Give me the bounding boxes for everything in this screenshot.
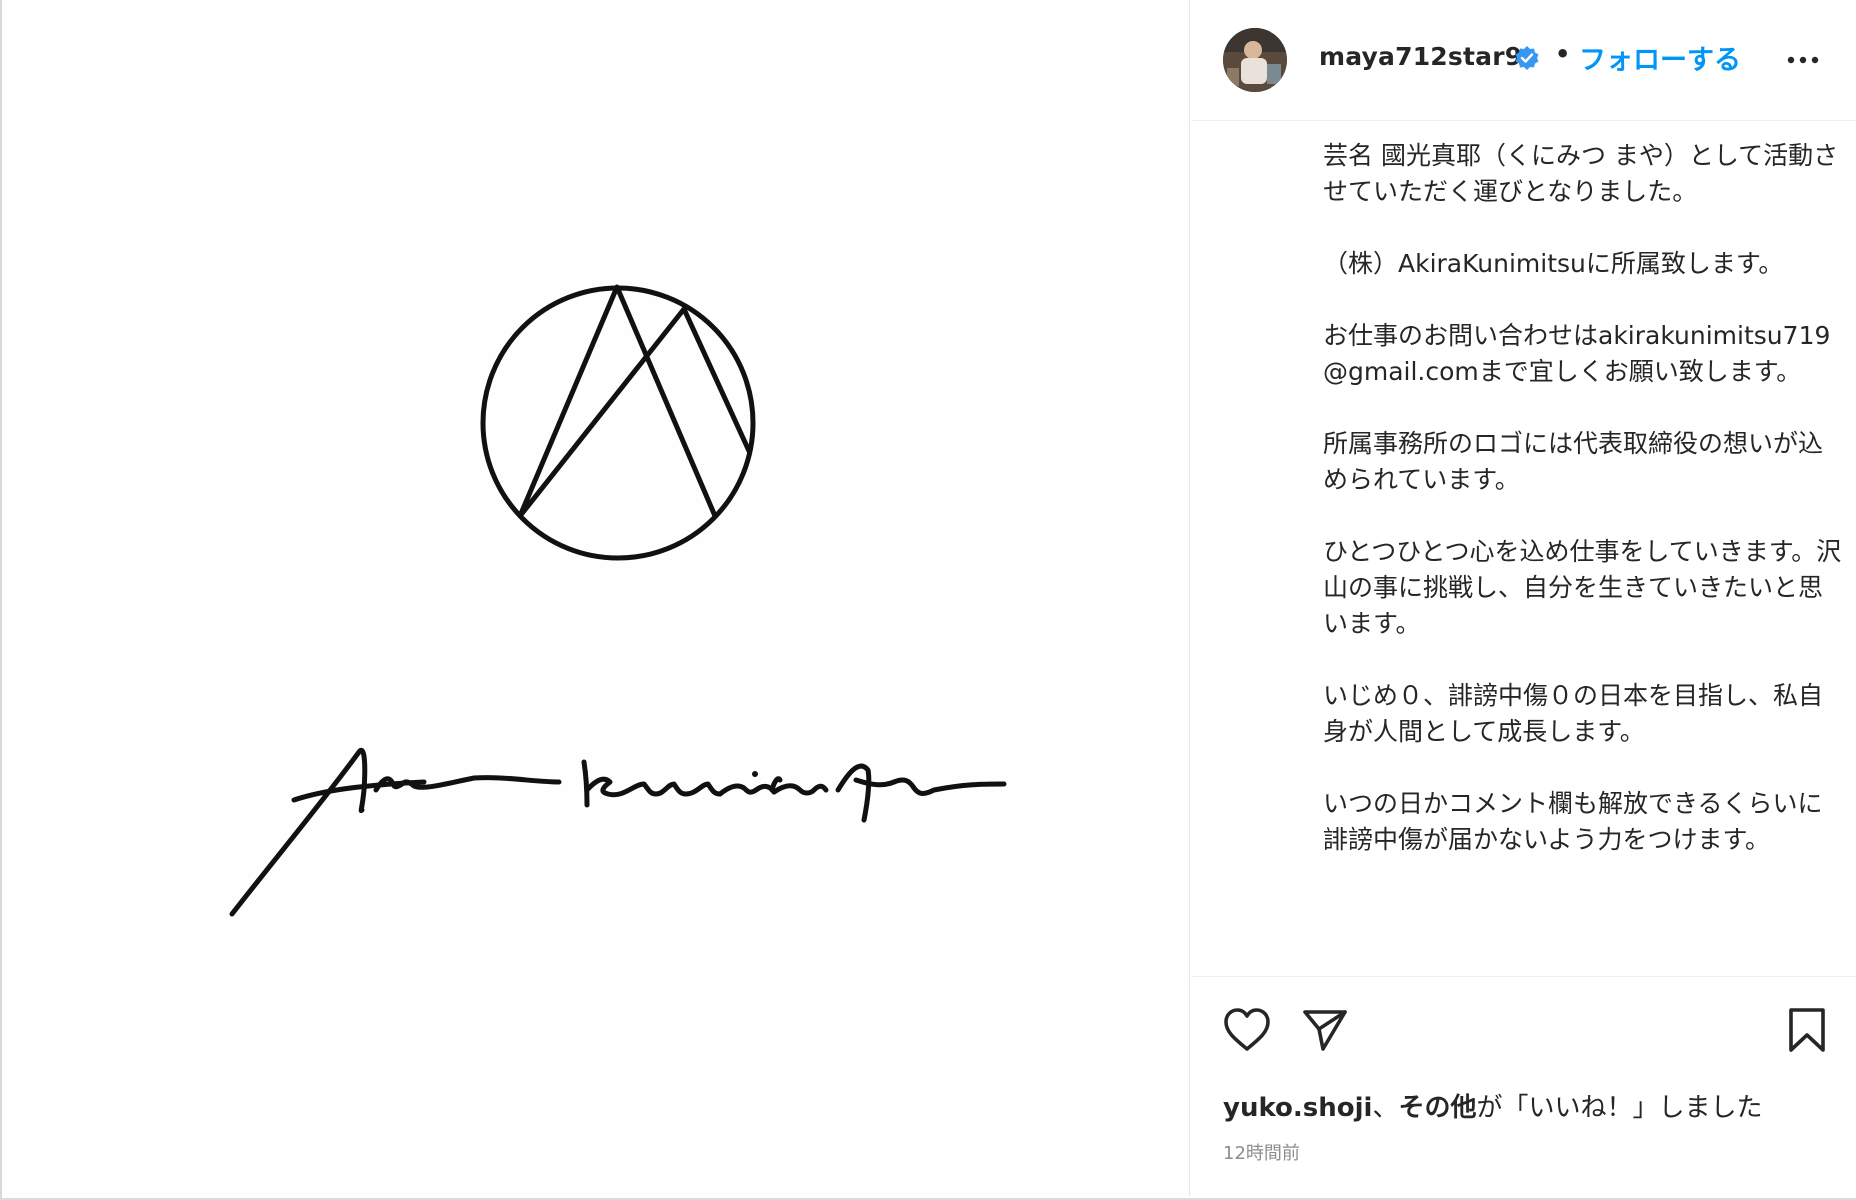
- likes-separator: 、: [1372, 1093, 1399, 1123]
- bookmark-icon[interactable]: [1785, 1007, 1829, 1053]
- follow-button[interactable]: フォローする: [1579, 38, 1741, 77]
- separator-dot: •: [1555, 40, 1571, 68]
- post-sidebar: maya712star9 • フォローする 芸名 國光真耶（くにみつ まや）とし…: [1191, 0, 1856, 1196]
- post-timestamp[interactable]: 12時間前: [1223, 1139, 1300, 1165]
- liked-by-others[interactable]: その他: [1398, 1093, 1476, 1123]
- post-dialog: maya712star9 • フォローする 芸名 國光真耶（くにみつ まや）とし…: [0, 0, 1856, 1200]
- caption-paragraph: いつの日かコメント欄も解放できるくらいに誹謗中傷が届かないよう力をつけます。: [1323, 789, 1823, 854]
- caption-paragraph: いじめ０、誹謗中傷０の日本を目指し、私自身が人間として成長します。: [1323, 681, 1824, 746]
- post-actions: yuko.shoji、その他が「いいね！」しました 12時間前: [1191, 976, 1856, 1196]
- post-caption: 芸名 國光真耶（くにみつ まや）として活動させていただく運びとなりました。 （株…: [1323, 138, 1843, 978]
- caption-paragraph: ひとつひとつ心を込め仕事をしていきます。沢山の事に挑戦し、自分を生きていきたいと…: [1323, 537, 1842, 638]
- likes-suffix: が「いいね！」しました: [1476, 1093, 1763, 1123]
- avatar[interactable]: [1223, 28, 1287, 92]
- post-header: maya712star9 • フォローする: [1191, 0, 1856, 121]
- likes-summary: yuko.shoji、その他が「いいね！」しました: [1223, 1087, 1763, 1124]
- signature-graphic: [229, 747, 1007, 917]
- caption-paragraph: お仕事のお問い合わせはakirakunimitsu719@gmail.comまで…: [1323, 321, 1831, 386]
- more-options-icon[interactable]: [1785, 50, 1821, 70]
- verified-badge-icon: [1515, 46, 1539, 70]
- liked-by-user[interactable]: yuko.shoji: [1223, 1093, 1372, 1123]
- username[interactable]: maya712star9: [1319, 42, 1522, 71]
- caption-paragraph: 所属事務所のロゴには代表取締役の想いが込められています。: [1323, 429, 1824, 494]
- akirakunimitsu-logo-image: [229, 284, 1007, 917]
- caption-paragraph: （株）AkiraKunimitsuに所属致します。: [1323, 249, 1784, 278]
- post-image[interactable]: [4, 0, 1190, 1196]
- heart-icon[interactable]: [1223, 1007, 1271, 1053]
- paper-plane-icon[interactable]: [1301, 1007, 1349, 1053]
- caption-paragraph: 芸名 國光真耶（くにみつ まや）として活動させていただく運びとなりました。: [1323, 141, 1839, 206]
